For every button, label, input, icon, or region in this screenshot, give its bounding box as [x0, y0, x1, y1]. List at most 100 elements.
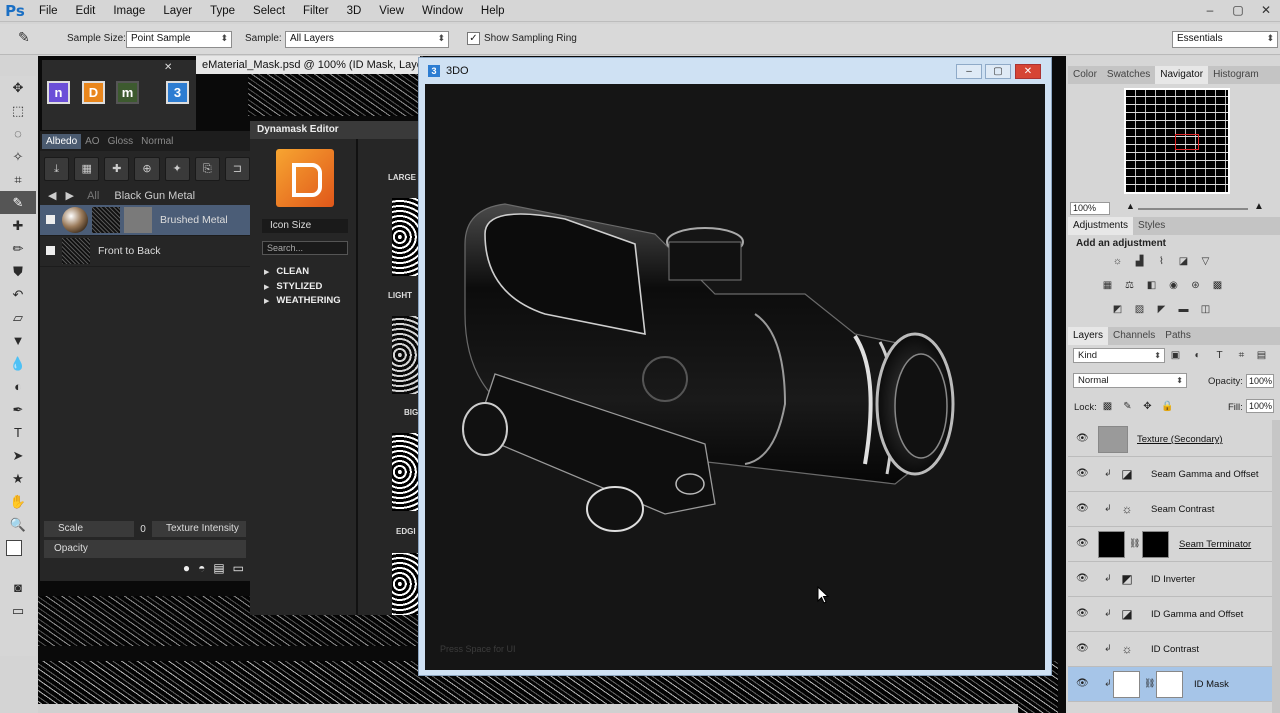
scale-label[interactable]: Scale: [44, 521, 134, 537]
folder-icon[interactable]: ▭: [233, 561, 244, 575]
quick-select-tool-icon[interactable]: ✧: [0, 145, 36, 168]
photo-filter-icon[interactable]: ◉: [1166, 278, 1181, 293]
paint-bucket-tool-icon[interactable]: ▼: [0, 329, 36, 352]
shape-tool-icon[interactable]: ★: [0, 467, 36, 490]
tab-ao[interactable]: AO: [81, 134, 103, 149]
chain-link-icon[interactable]: ⛓: [1129, 538, 1140, 549]
lock-position-icon[interactable]: ✥: [1140, 399, 1155, 414]
menu-image[interactable]: Image: [104, 0, 154, 22]
forward-arrow-icon[interactable]: ▶: [66, 190, 74, 202]
layer-row[interactable]: 👁 ↲ ◪ Seam Gamma and Offset: [1068, 457, 1274, 492]
menu-select[interactable]: Select: [244, 0, 294, 22]
zoom-level[interactable]: 100%: [1070, 202, 1110, 215]
tab-histogram[interactable]: Histogram: [1208, 66, 1264, 84]
category-weathering[interactable]: WEATHERING: [264, 295, 340, 306]
3do-titlebar[interactable]: 3 3DO – ▢ ✕: [419, 58, 1051, 84]
eye-icon[interactable]: 👁: [1076, 468, 1089, 479]
gradient-map-icon[interactable]: ▬: [1176, 302, 1191, 317]
mask-thumbnail[interactable]: [392, 553, 418, 615]
marquee-tool-icon[interactable]: ⬚: [0, 99, 36, 122]
layer-row[interactable]: 👁 ↲ ◩ ID Inverter: [1068, 562, 1274, 597]
move-tool-icon[interactable]: ✥: [0, 76, 36, 99]
blur-tool-icon[interactable]: 💧: [0, 352, 36, 375]
menu-3d[interactable]: 3D: [338, 0, 371, 22]
tab-albedo[interactable]: Albedo: [42, 133, 82, 149]
healing-tool-icon[interactable]: ✚: [0, 214, 36, 237]
eye-icon[interactable]: 👁: [1076, 503, 1089, 514]
crop-tool-icon[interactable]: ⌗: [0, 168, 36, 191]
black-white-icon[interactable]: ◧: [1144, 278, 1159, 293]
fill-input[interactable]: 100%: [1246, 399, 1274, 413]
download-icon[interactable]: ⤓: [44, 157, 70, 181]
tab-gloss[interactable]: Gloss: [104, 134, 138, 149]
eyedropper-tool-icon[interactable]: ✎: [0, 191, 36, 214]
menu-help[interactable]: Help: [472, 0, 514, 22]
copy-icon[interactable]: ⎘: [194, 157, 220, 181]
quick-mask-icon[interactable]: ◙: [0, 576, 36, 599]
mask-thumbnail[interactable]: [392, 316, 418, 394]
document-tab[interactable]: eMaterial_Mask.psd @ 100% (ID Mask, Laye…: [196, 56, 420, 74]
tab-normal[interactable]: Normal: [137, 134, 177, 149]
eye-icon[interactable]: 👁: [1076, 608, 1089, 619]
material-icon[interactable]: ▦: [74, 157, 100, 181]
eye-icon[interactable]: 👁: [1076, 643, 1089, 654]
tab-channels[interactable]: Channels: [1108, 327, 1160, 345]
menu-edit[interactable]: Edit: [67, 0, 105, 22]
eye-icon[interactable]: 👁: [1076, 573, 1089, 584]
chain-link-icon[interactable]: ⛓: [1144, 678, 1155, 689]
filter-adjustment-icon[interactable]: ◐: [1190, 348, 1205, 363]
tab-adjustments[interactable]: Adjustments: [1068, 217, 1134, 235]
eye-icon[interactable]: 👁: [1076, 433, 1089, 444]
tab-color[interactable]: Color: [1068, 66, 1102, 84]
filter-shape-icon[interactable]: ⌗: [1234, 348, 1249, 363]
foreground-color-swatch[interactable]: [6, 540, 22, 556]
pen-tool-icon[interactable]: ✒: [0, 398, 36, 421]
minimize-icon[interactable]: –: [1196, 0, 1224, 20]
material-row[interactable]: Front to Back: [40, 236, 250, 267]
zoom-in-icon[interactable]: ▲: [1254, 201, 1264, 212]
show-sampling-ring-checkbox[interactable]: ✓: [467, 32, 480, 45]
invert-icon[interactable]: ◩: [1110, 302, 1125, 317]
lasso-tool-icon[interactable]: ◌: [0, 122, 36, 145]
scale-value[interactable]: 0: [134, 524, 152, 535]
menu-layer[interactable]: Layer: [154, 0, 201, 22]
ndo-icon[interactable]: n: [47, 81, 70, 104]
filter-smart-object-icon[interactable]: ▤: [1254, 348, 1269, 363]
close-icon[interactable]: ✕: [164, 62, 172, 73]
opacity-input[interactable]: 100%: [1246, 374, 1274, 388]
search-input[interactable]: Search...: [262, 241, 348, 255]
sample-size-select[interactable]: Point Sample: [126, 31, 232, 48]
posterize-icon[interactable]: ▨: [1132, 302, 1147, 317]
lock-all-icon[interactable]: 🔒: [1160, 399, 1175, 414]
menu-filter[interactable]: Filter: [294, 0, 338, 22]
navigator-view-box[interactable]: [1175, 134, 1199, 150]
brush-icon[interactable]: ✦: [164, 157, 190, 181]
hand-tool-icon[interactable]: ✋: [0, 490, 36, 513]
selective-color-icon[interactable]: ◫: [1198, 302, 1213, 317]
sample-select[interactable]: All Layers: [285, 31, 449, 48]
category-clean[interactable]: CLEAN: [264, 266, 309, 277]
back-arrow-icon[interactable]: ◀: [48, 190, 56, 202]
eraser-tool-icon[interactable]: ▱: [0, 306, 36, 329]
tab-layers[interactable]: Layers: [1068, 327, 1109, 345]
blend-mode-select[interactable]: Normal: [1073, 373, 1187, 388]
half-sphere-icon[interactable]: ◓: [198, 561, 205, 575]
sphere-add-icon[interactable]: ⊕: [134, 157, 160, 181]
icon-size-slider[interactable]: Icon Size: [262, 219, 348, 233]
more-icon[interactable]: ⊐: [224, 157, 250, 181]
eye-icon[interactable]: 👁: [1076, 538, 1089, 549]
layer-row[interactable]: 👁 ↲ ◪ ID Gamma and Offset: [1068, 597, 1274, 632]
tab-swatches[interactable]: Swatches: [1102, 66, 1155, 84]
vibrance-icon[interactable]: ▽: [1198, 254, 1213, 269]
color-lookup-icon[interactable]: ▩: [1210, 278, 1225, 293]
add-material-icon[interactable]: ✚: [104, 157, 130, 181]
close-icon[interactable]: ✕: [1015, 64, 1041, 79]
maximize-icon[interactable]: ▢: [985, 64, 1011, 79]
category-stylized[interactable]: STYLIZED: [264, 281, 322, 292]
mask-thumbnail[interactable]: [392, 433, 418, 511]
layer-row[interactable]: 👁 ↲ ☼ ID Contrast: [1068, 632, 1274, 667]
breadcrumb-all[interactable]: All: [87, 190, 99, 202]
lock-transparency-icon[interactable]: ▩: [1100, 399, 1115, 414]
eye-icon[interactable]: 👁: [1076, 678, 1089, 689]
tab-navigator[interactable]: Navigator: [1155, 66, 1209, 84]
